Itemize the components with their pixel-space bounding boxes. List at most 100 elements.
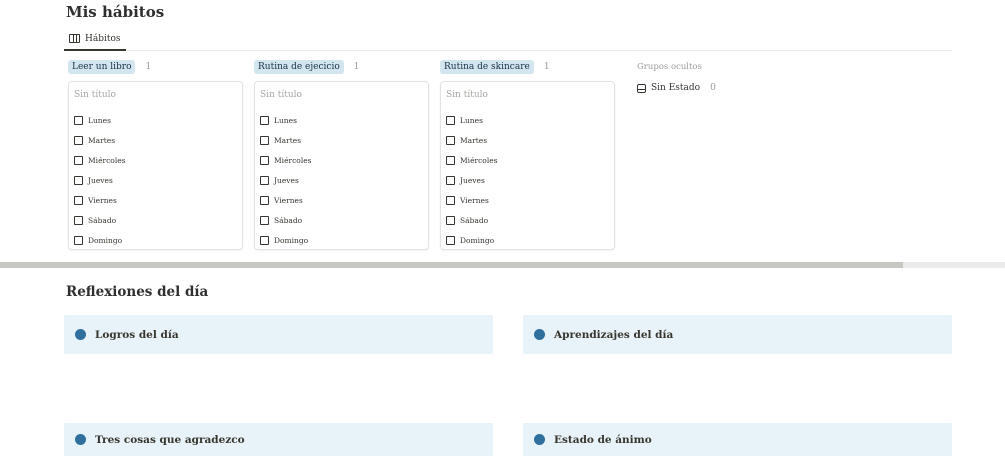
column-header: Rutina de skincare 1 <box>440 60 615 74</box>
inbox-icon <box>637 83 646 93</box>
scrollbar-thumb[interactable] <box>0 262 903 268</box>
checkbox[interactable] <box>260 195 269 205</box>
checkbox-label: Lunes <box>274 115 297 125</box>
checkbox-row: Domingo <box>74 230 242 250</box>
board-card[interactable]: Sin título Lunes Martes Miércoles Jueves… <box>68 81 243 250</box>
view-tabs: Hábitos <box>64 28 952 51</box>
checkbox-label: Sábado <box>460 215 489 225</box>
page: Mis hábitos Hábitos Leer un libro 1 Sin … <box>0 0 1005 456</box>
checkbox[interactable] <box>260 155 269 165</box>
callout-estado-de-animo[interactable]: Estado de ánimo <box>523 423 952 456</box>
reflections-heading: Reflexiones del día <box>66 284 209 300</box>
checkbox-row: Jueves <box>446 170 614 190</box>
checkbox-label: Lunes <box>88 115 111 125</box>
checkbox-row: Miércoles <box>74 150 242 170</box>
checkbox[interactable] <box>446 115 455 125</box>
checkbox-row: Miércoles <box>446 150 614 170</box>
checkbox-row: Jueves <box>260 170 428 190</box>
tab-label: Hábitos <box>85 33 121 44</box>
group-name[interactable]: Rutina de skincare <box>440 60 534 74</box>
checkbox[interactable] <box>260 235 269 245</box>
checkbox[interactable] <box>74 155 83 165</box>
checkbox-label: Sábado <box>274 215 303 225</box>
checkbox[interactable] <box>74 195 83 205</box>
card-title[interactable]: Sin título <box>260 90 428 104</box>
checkbox-label: Jueves <box>460 175 485 185</box>
checkbox-label: Martes <box>460 135 488 145</box>
checkbox[interactable] <box>74 175 83 185</box>
checkbox-row: Lunes <box>260 110 428 130</box>
checkbox[interactable] <box>74 115 83 125</box>
checkbox[interactable] <box>446 235 455 245</box>
checkbox-row: Lunes <box>74 110 242 130</box>
hidden-group-sin-estado[interactable]: Sin Estado 0 <box>637 83 817 93</box>
board-column-rutina-de-ejecicio: Rutina de ejecicio 1 Sin título Lunes Ma… <box>254 60 429 250</box>
checkbox-row: Miércoles <box>260 150 428 170</box>
hidden-group-count: 0 <box>710 83 716 93</box>
checkbox-label: Sábado <box>88 215 117 225</box>
checkbox[interactable] <box>260 115 269 125</box>
callout-agradezco[interactable]: Tres cosas que agradezco <box>64 423 493 456</box>
checkbox[interactable] <box>446 155 455 165</box>
checkbox-row: Viernes <box>74 190 242 210</box>
callout-text: Tres cosas que agradezco <box>95 433 245 446</box>
checkbox-label: Viernes <box>460 195 489 205</box>
blue-circle-icon <box>534 434 545 445</box>
board-column-leer-un-libro: Leer un libro 1 Sin título Lunes Martes … <box>68 60 243 250</box>
checkbox-label: Viernes <box>88 195 117 205</box>
checkbox[interactable] <box>446 195 455 205</box>
callout-aprendizajes[interactable]: Aprendizajes del día <box>523 315 952 354</box>
group-count: 1 <box>145 62 152 72</box>
callout-text: Aprendizajes del día <box>554 328 674 341</box>
checkbox-label: Lunes <box>460 115 483 125</box>
checkbox-row: Viernes <box>446 190 614 210</box>
card-title[interactable]: Sin título <box>74 90 242 104</box>
checkbox-row: Martes <box>446 130 614 150</box>
hidden-group-label: Sin Estado <box>651 83 701 93</box>
blue-circle-icon <box>75 434 86 445</box>
checkbox-label: Miércoles <box>460 155 498 165</box>
board-card[interactable]: Sin título Lunes Martes Miércoles Jueves… <box>440 81 615 250</box>
card-title[interactable]: Sin título <box>446 90 614 104</box>
checkbox-label: Martes <box>88 135 116 145</box>
checkbox-label: Miércoles <box>274 155 312 165</box>
checkbox[interactable] <box>446 135 455 145</box>
checkbox[interactable] <box>260 215 269 225</box>
checkbox-row: Martes <box>260 130 428 150</box>
blue-circle-icon <box>534 329 545 340</box>
checkbox-label: Domingo <box>274 235 309 245</box>
board-column-rutina-de-skincare: Rutina de skincare 1 Sin título Lunes Ma… <box>440 60 615 250</box>
board-card[interactable]: Sin título Lunes Martes Miércoles Jueves… <box>254 81 429 250</box>
board-view-icon <box>69 34 80 43</box>
checkbox[interactable] <box>446 215 455 225</box>
database-title[interactable]: Mis hábitos <box>66 3 164 21</box>
checkbox[interactable] <box>446 175 455 185</box>
callout-text: Logros del día <box>95 328 179 341</box>
checkbox[interactable] <box>74 135 83 145</box>
checkbox-row: Lunes <box>446 110 614 130</box>
callout-logros[interactable]: Logros del día <box>64 315 493 354</box>
group-name[interactable]: Leer un libro <box>68 60 136 74</box>
horizontal-scrollbar[interactable] <box>0 262 1005 268</box>
checkbox-label: Jueves <box>88 175 113 185</box>
column-header: Rutina de ejecicio 1 <box>254 60 429 74</box>
hidden-groups: Grupos ocultos Sin Estado 0 <box>637 60 817 93</box>
checkbox[interactable] <box>74 215 83 225</box>
blue-circle-icon <box>75 329 86 340</box>
checkbox-label: Jueves <box>274 175 299 185</box>
hidden-groups-title: Grupos ocultos <box>637 62 702 72</box>
checkbox-label: Domingo <box>88 235 123 245</box>
group-count: 1 <box>543 62 550 72</box>
checkbox[interactable] <box>74 235 83 245</box>
checkbox[interactable] <box>260 135 269 145</box>
checkbox-label: Miércoles <box>88 155 126 165</box>
checkbox[interactable] <box>260 175 269 185</box>
checkbox-row: Viernes <box>260 190 428 210</box>
column-header: Leer un libro 1 <box>68 60 243 74</box>
checkbox-row: Sábado <box>74 210 242 230</box>
checkbox-row: Sábado <box>260 210 428 230</box>
tab-habitos[interactable]: Hábitos <box>64 28 126 51</box>
checkbox-row: Sábado <box>446 210 614 230</box>
group-name[interactable]: Rutina de ejecicio <box>254 60 344 74</box>
checkbox-label: Domingo <box>460 235 495 245</box>
